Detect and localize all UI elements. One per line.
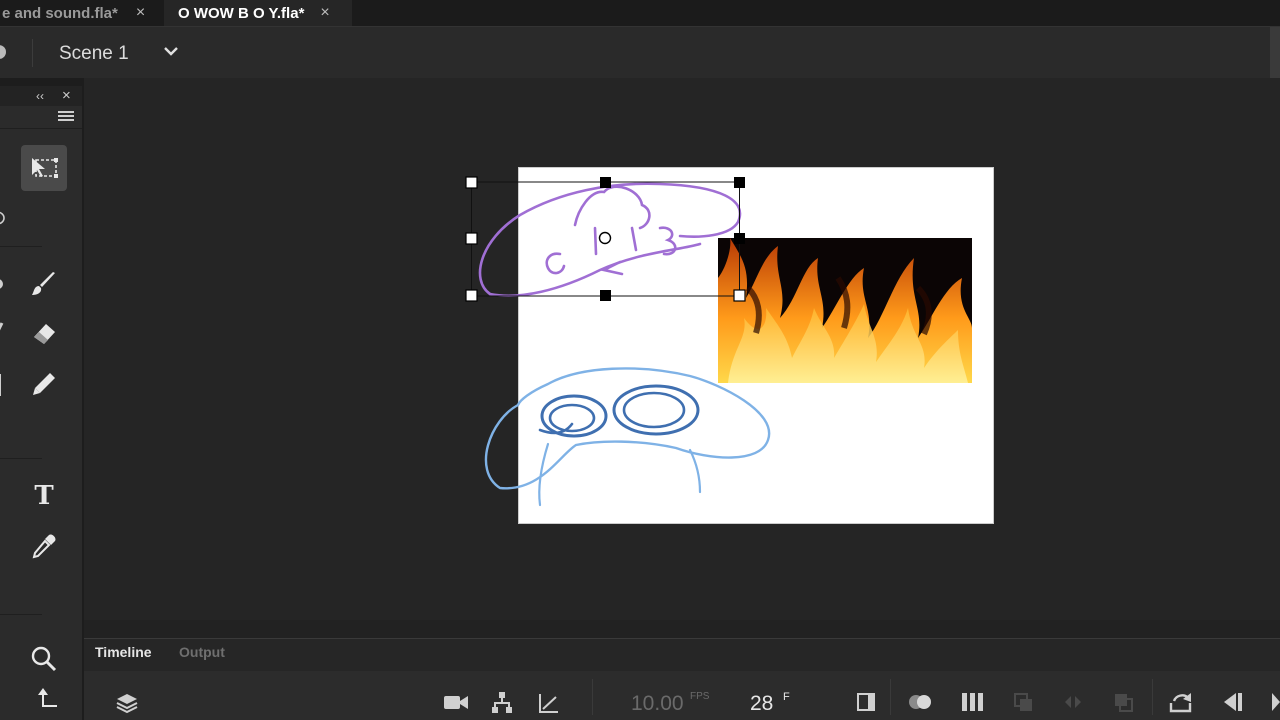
fire-graphic <box>718 238 972 383</box>
brush-tool[interactable] <box>21 261 67 307</box>
lasso-tool[interactable] <box>0 210 12 234</box>
panel-menu-icon[interactable] <box>58 110 74 122</box>
ease-graph-icon[interactable] <box>537 691 561 715</box>
arrow-icon <box>0 162 8 182</box>
eyedropper-tool[interactable] <box>21 523 67 569</box>
divider <box>890 679 891 715</box>
subselection-tool-partial[interactable] <box>0 488 8 508</box>
bone-tool-partial[interactable] <box>0 538 8 558</box>
document-tab-bar: e and sound.fla* × O WOW B O Y.fla* × <box>0 0 1280 26</box>
panel-header: ‹‹ × <box>0 86 82 106</box>
fps-value[interactable]: 10.00 <box>631 692 684 716</box>
free-transform-icon <box>32 158 58 178</box>
tab-output[interactable]: Output <box>179 644 225 660</box>
lasso-icon <box>0 211 12 234</box>
rotation-tool[interactable] <box>23 686 69 720</box>
play-icon[interactable] <box>1270 691 1280 713</box>
divider <box>0 458 42 459</box>
divider <box>1152 679 1153 715</box>
divider <box>0 614 42 615</box>
divider <box>32 39 33 67</box>
shape-tween-icon <box>1115 694 1133 712</box>
line-icon <box>0 420 8 440</box>
onion-skin-icon[interactable] <box>906 691 936 713</box>
hand-icon <box>0 654 8 674</box>
scrollbar[interactable] <box>1270 27 1280 79</box>
edit-bar: Scene 1 <box>0 26 1280 79</box>
divider <box>0 246 42 247</box>
step-back-icon[interactable] <box>1220 691 1244 713</box>
hand-tool-partial[interactable] <box>0 654 8 674</box>
close-icon[interactable]: × <box>136 4 145 22</box>
brush-icon <box>32 272 55 295</box>
rectangle-icon <box>0 374 1 396</box>
document-tab-sound[interactable]: e and sound.fla* × <box>0 0 164 26</box>
close-icon[interactable]: × <box>62 87 71 104</box>
pencil-tool[interactable] <box>21 361 67 407</box>
pencil-icon <box>33 373 55 395</box>
pen-icon <box>0 322 4 331</box>
paint-bucket-icon <box>0 279 3 289</box>
text-tool-icon: T <box>34 481 54 511</box>
frame-unit: F <box>783 691 790 703</box>
paint-bucket-tool[interactable] <box>0 272 8 292</box>
line-tool-partial[interactable] <box>0 420 8 440</box>
tab-label: O WOW B O Y.fla* <box>178 4 305 22</box>
close-icon[interactable]: × <box>320 4 329 22</box>
edit-symbols-icon[interactable] <box>0 45 6 59</box>
zoom-tool[interactable] <box>21 636 67 682</box>
eraser-tool[interactable] <box>21 310 67 356</box>
pen-tool-partial[interactable] <box>0 321 8 341</box>
divider <box>0 128 82 129</box>
camera-icon[interactable] <box>443 691 469 713</box>
arrow-icon <box>0 488 8 508</box>
free-transform-tool[interactable] <box>21 145 67 191</box>
fps-unit: FPS <box>690 691 710 702</box>
scene-name[interactable]: Scene 1 <box>59 43 129 65</box>
layers-icon[interactable] <box>115 691 139 715</box>
bone-icon <box>0 538 8 558</box>
insert-keyframe-icon[interactable] <box>855 691 877 713</box>
rectangle-tool[interactable] <box>0 373 8 396</box>
tools-panel: ‹‹ × T <box>0 86 82 720</box>
onion-skin-outline-icon[interactable] <box>960 691 986 713</box>
collapse-icon[interactable]: ‹‹ <box>36 89 44 103</box>
tab-label: e and sound.fla* <box>2 4 118 22</box>
timeline-panel: Timeline Output 10.00 FPS 28 F <box>84 638 1280 720</box>
tab-timeline[interactable]: Timeline <box>95 644 152 660</box>
rotation-icon <box>38 688 57 707</box>
divider <box>592 679 593 715</box>
layer-parenting-icon[interactable] <box>490 691 514 715</box>
panel-gap <box>84 620 1280 638</box>
eyedropper-icon <box>32 534 56 559</box>
chevron-down-icon[interactable] <box>163 43 179 59</box>
fire-image[interactable] <box>718 238 972 383</box>
loop-playback-icon[interactable] <box>1168 691 1194 713</box>
edit-multiple-frames-icon <box>1014 693 1032 711</box>
zoom-icon <box>31 646 57 672</box>
document-tab-wow-boy[interactable]: O WOW B O Y.fla* × <box>164 0 352 26</box>
current-frame-value[interactable]: 28 <box>750 692 773 716</box>
selection-tool-partial[interactable] <box>0 162 8 182</box>
text-tool[interactable]: T <box>21 473 67 519</box>
eraser-icon <box>34 324 55 344</box>
classic-tween-icon <box>1065 696 1081 708</box>
